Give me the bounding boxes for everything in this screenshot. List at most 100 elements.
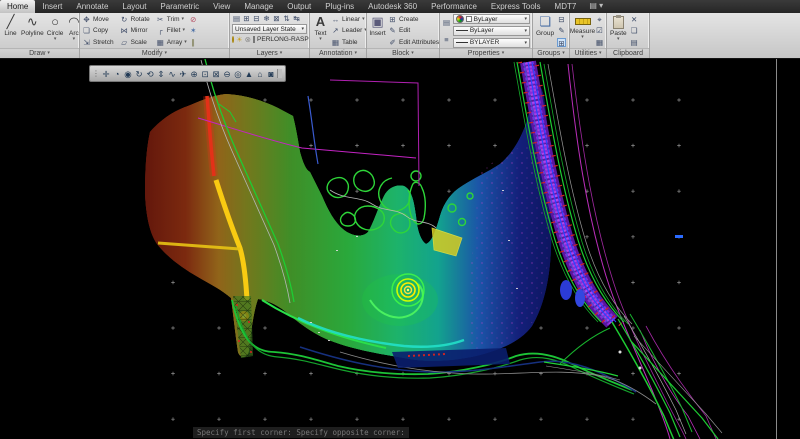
line-button[interactable]: ╱Line — [2, 14, 19, 48]
copy-clip-icon[interactable]: ❏ — [630, 26, 639, 35]
zoom-previous-icon[interactable]: ⊖ — [222, 68, 232, 80]
cut-icon[interactable]: ✕ — [630, 15, 639, 24]
panel-caption-utilities[interactable]: Utilities▾ — [570, 48, 606, 58]
navigation-toolbar[interactable]: ⋮ ✛◔◉↻⟲⇕∿✈⊕⊡⊠⊖◎▲⌂◙ — [89, 65, 286, 82]
layer-isolate-icon[interactable]: ⊟ — [252, 14, 261, 23]
toolbar-grip[interactable]: ⋮ — [92, 67, 100, 80]
make-current-icon[interactable]: ⇅ — [282, 14, 291, 23]
tab-performance[interactable]: Performance — [424, 0, 484, 13]
object-color-dropdown[interactable]: ByLayer ▾ — [453, 14, 530, 24]
layer-states-icon[interactable]: ⊞ — [242, 14, 251, 23]
named-views-icon[interactable]: ⌂ — [255, 68, 265, 80]
zoom-realtime-icon[interactable]: ⊕ — [189, 68, 199, 80]
steering-wheel-icon[interactable]: ◎ — [233, 68, 243, 80]
panel-caption-block[interactable]: Block▾ — [367, 48, 439, 58]
id-point-icon[interactable]: ⌖ — [595, 15, 604, 24]
array-button[interactable]: ▦Array▾ — [156, 37, 187, 48]
tab-parametric[interactable]: Parametric — [153, 0, 206, 13]
layer-state-dropdown[interactable]: Unsaved Layer State▾ — [232, 24, 307, 34]
text-button[interactable]: A Text ▾ — [312, 14, 329, 48]
mirror-button[interactable]: ⋈Mirror — [120, 25, 150, 36]
tab-output[interactable]: Output — [280, 0, 318, 13]
tab-manage[interactable]: Manage — [237, 0, 280, 13]
layer-color-swatch[interactable] — [253, 36, 255, 43]
panel-caption-layers[interactable]: Layers▾ — [230, 48, 309, 58]
panel-caption-draw[interactable]: Draw▾ — [0, 48, 79, 58]
block-create-button[interactable]: ⊞Create — [388, 15, 439, 24]
drawing-canvas[interactable]: ⋮ ✛◔◉↻⟲⇕∿✈⊕⊡⊠⊖◎▲⌂◙ Specify first corner:… — [0, 59, 800, 439]
pan-icon[interactable]: ✛ — [101, 68, 111, 80]
match-properties-icon[interactable]: ≡ — [442, 35, 451, 44]
panel-caption-modify[interactable]: Modify▾ — [80, 48, 229, 58]
linear-dimension-button[interactable]: ↔Linear▾ — [331, 15, 366, 24]
layer-off-icon[interactable]: ⊠ — [272, 14, 281, 23]
zoom-window-icon[interactable]: ⊡ — [200, 68, 210, 80]
ribbon-display-icon[interactable]: ▤ ▾ — [589, 0, 603, 13]
properties-palette-icon[interactable]: ▤ — [442, 18, 451, 27]
layer-on-icon[interactable] — [232, 36, 234, 43]
blue-station-marker[interactable] — [675, 235, 683, 238]
layer-properties-icon[interactable]: ▤ — [232, 14, 241, 23]
lock-icon[interactable]: ⊗ — [245, 35, 251, 44]
panel-caption-annotation[interactable]: Annotation▾ — [310, 48, 366, 58]
scale-button[interactable]: ▱Scale — [120, 37, 150, 48]
erase-icon[interactable]: ⊘ — [189, 15, 198, 24]
move-button[interactable]: ✥Move — [82, 14, 114, 25]
group-selection-on-icon[interactable]: ⊞ — [557, 38, 566, 47]
current-layer-name[interactable]: PERLONG-RASPRV — [257, 35, 309, 44]
tab-layout[interactable]: Layout — [115, 0, 153, 13]
lineweight-dropdown[interactable]: ByLayer ▾ — [453, 26, 530, 36]
fillet-button[interactable]: ╭Fillet▾ — [156, 25, 187, 36]
tab-plug-ins[interactable]: Plug-ins — [318, 0, 361, 13]
sun-icon[interactable]: ☀ — [236, 35, 243, 44]
blue-survey-line[interactable] — [308, 96, 318, 164]
insert-block-button[interactable]: ▣ Insert — [369, 14, 386, 48]
linetype-dropdown[interactable]: BYLAYER ▾ — [453, 38, 530, 48]
leader-button[interactable]: ↗Leader▾ — [331, 26, 366, 35]
group-edit-icon[interactable]: ✎ — [557, 26, 566, 35]
offset-icon[interactable]: ∥ — [189, 38, 198, 47]
tab-mdt7[interactable]: MDT7 — [548, 0, 584, 13]
orbit-icon[interactable]: ◔ — [112, 68, 122, 80]
quick-select-icon[interactable]: ☑ — [595, 26, 604, 35]
show-motion-icon[interactable]: ▲ — [244, 68, 254, 80]
tab-annotate[interactable]: Annotate — [69, 0, 115, 13]
copy-button[interactable]: ❏Copy — [82, 25, 114, 36]
trim-button[interactable]: ✂Trim▾ — [156, 14, 187, 25]
edit-attributes-button[interactable]: ✐Edit Attributes▾ — [388, 38, 439, 47]
match-layer-icon[interactable]: ↹ — [292, 14, 301, 23]
bullseye-contours[interactable] — [392, 274, 424, 306]
tab-autodesk-360[interactable]: Autodesk 360 — [361, 0, 424, 13]
paste-button[interactable]: Paste ▾ — [609, 14, 628, 48]
measure-button[interactable]: Measure ▾ — [572, 14, 593, 48]
fly-icon[interactable]: ✈ — [178, 68, 188, 80]
stretch-button[interactable]: ⇲Stretch — [82, 37, 114, 48]
tab-view[interactable]: View — [206, 0, 237, 13]
panel-caption-properties[interactable]: Properties▾ — [440, 48, 532, 58]
panel-caption-groups[interactable]: Groups▾ — [533, 48, 569, 58]
walk-icon[interactable]: ∿ — [167, 68, 177, 80]
tab-express-tools[interactable]: Express Tools — [484, 0, 548, 13]
paste-special-icon[interactable]: ▤ — [630, 38, 639, 47]
continuous-orbit-icon[interactable]: ↻ — [134, 68, 144, 80]
tab-home[interactable]: Home — [0, 0, 35, 13]
table-button[interactable]: ▦Table — [331, 38, 366, 47]
model-space[interactable] — [0, 59, 800, 439]
layer-freeze-icon[interactable]: ❄ — [262, 14, 271, 23]
polyline-button[interactable]: ∿Polyline — [20, 14, 45, 48]
free-orbit-icon[interactable]: ◉ — [123, 68, 133, 80]
circle-button[interactable]: ○Circle▾ — [46, 14, 65, 48]
swivel-icon[interactable]: ⟲ — [145, 68, 155, 80]
group-button[interactable]: ❏ Group — [535, 14, 555, 48]
adjust-distance-icon[interactable]: ⇕ — [156, 68, 166, 80]
rotate-button[interactable]: ↻Rotate — [120, 14, 150, 25]
arc-button[interactable]: ◠Arc▾ — [65, 14, 79, 48]
block-edit-button[interactable]: ✎Edit — [388, 26, 439, 35]
tab-insert[interactable]: Insert — [35, 0, 69, 13]
ungroup-icon[interactable]: ⊟ — [557, 15, 566, 24]
quick-calc-icon[interactable]: ▦ — [595, 38, 604, 47]
tin-surface[interactable] — [145, 87, 551, 361]
camera-icon[interactable]: ◙ — [266, 68, 276, 80]
explode-icon[interactable]: ✶ — [189, 26, 198, 35]
zoom-extents-icon[interactable]: ⊠ — [211, 68, 221, 80]
